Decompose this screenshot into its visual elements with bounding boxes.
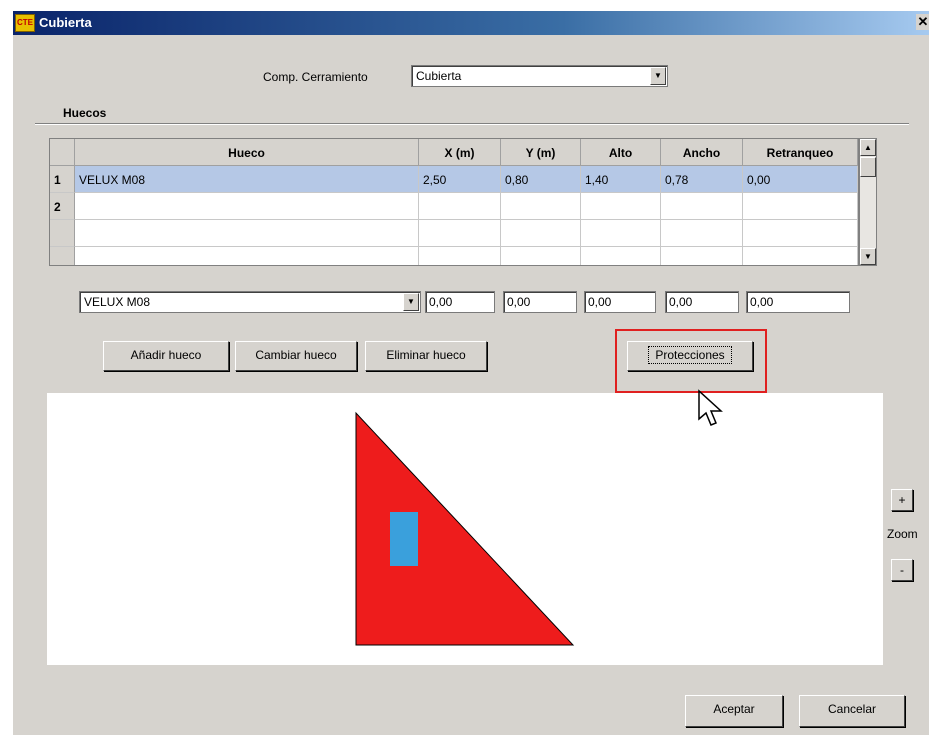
cell-alto[interactable]: 1,40 [581, 166, 661, 193]
cell-hueco[interactable] [75, 247, 419, 265]
comp-value: Cubierta [416, 69, 462, 83]
cell-x[interactable] [419, 220, 501, 247]
add-hueco-button[interactable]: Añadir hueco [103, 341, 229, 371]
change-hueco-button[interactable]: Cambiar hueco [235, 341, 357, 371]
change-hueco-label: Cambiar hueco [255, 348, 337, 362]
divider [35, 123, 909, 125]
cell-y[interactable] [501, 220, 581, 247]
cell-alto[interactable] [581, 247, 661, 265]
row-number [50, 247, 75, 265]
col-header-alto[interactable]: Alto [581, 139, 661, 166]
cell-hueco[interactable] [75, 220, 419, 247]
row-number: 1 [50, 166, 75, 193]
col-header-y[interactable]: Y (m) [501, 139, 581, 166]
cell-ancho[interactable] [661, 220, 743, 247]
accept-button[interactable]: Aceptar [685, 695, 783, 727]
x-input[interactable]: 0,00 [425, 291, 495, 313]
window-title: Cubierta [39, 15, 92, 30]
cursor-icon [698, 389, 723, 426]
header-corner [50, 139, 75, 166]
cell-hueco[interactable]: VELUX M08 [75, 166, 419, 193]
table-header: Hueco X (m) Y (m) Alto Ancho Retranqueo [50, 139, 858, 166]
cancel-label: Cancelar [827, 702, 877, 716]
highlight-box [615, 329, 767, 393]
cancel-button[interactable]: Cancelar [799, 695, 905, 727]
cell-x[interactable]: 2,50 [419, 166, 501, 193]
chevron-down-icon[interactable]: ▼ [403, 293, 419, 311]
cell-alto[interactable] [581, 220, 661, 247]
ancho-input[interactable]: 0,00 [665, 291, 739, 313]
delete-hueco-button[interactable]: Eliminar hueco [365, 341, 487, 371]
chevron-down-icon[interactable]: ▼ [650, 67, 666, 85]
cell-alto[interactable] [581, 193, 661, 220]
scroll-thumb[interactable] [860, 157, 876, 177]
y-input[interactable]: 0,00 [503, 291, 577, 313]
col-header-hueco[interactable]: Hueco [75, 139, 419, 166]
zoom-out-button[interactable]: - [891, 559, 913, 581]
table-scrollbar[interactable]: ▲ ▼ [859, 138, 877, 266]
col-header-x[interactable]: X (m) [419, 139, 501, 166]
col-header-ancho[interactable]: Ancho [661, 139, 743, 166]
cell-retranqueo[interactable] [743, 220, 858, 247]
huecos-table: Hueco X (m) Y (m) Alto Ancho Retranqueo … [49, 138, 859, 266]
hueco-select-value: VELUX M08 [84, 295, 151, 309]
comp-select[interactable]: Cubierta ▼ [411, 65, 668, 87]
app-icon: CTE [15, 14, 35, 32]
cell-x[interactable] [419, 247, 501, 265]
roof-shape [355, 411, 575, 646]
zoom-in-label: + [898, 493, 906, 507]
col-header-retranqueo[interactable]: Retranqueo [743, 139, 858, 166]
scroll-down-icon[interactable]: ▼ [860, 248, 876, 265]
table-row[interactable] [50, 247, 858, 265]
hueco-select[interactable]: VELUX M08 ▼ [79, 291, 421, 313]
delete-hueco-label: Eliminar hueco [386, 348, 466, 362]
dialog-window: CTE Cubierta ✕ Comp. Cerramiento Cubiert… [12, 10, 929, 735]
accept-label: Aceptar [713, 702, 755, 716]
scroll-up-icon[interactable]: ▲ [860, 139, 876, 156]
cell-retranqueo[interactable]: 0,00 [743, 166, 858, 193]
cell-y[interactable]: 0,80 [501, 166, 581, 193]
drawing-canvas[interactable] [47, 393, 883, 665]
cell-ancho[interactable] [661, 247, 743, 265]
roof-drawing [355, 411, 575, 646]
cell-y[interactable] [501, 193, 581, 220]
window-shape [390, 512, 418, 566]
retranqueo-input[interactable]: 0,00 [746, 291, 850, 313]
cell-ancho[interactable]: 0,78 [661, 166, 743, 193]
row-number: 2 [50, 193, 75, 220]
zoom-out-label: - [900, 563, 904, 577]
row-number [50, 220, 75, 247]
section-title: Huecos [63, 106, 107, 120]
cell-retranqueo[interactable] [743, 193, 858, 220]
zoom-label: Zoom [887, 527, 918, 541]
close-icon[interactable]: ✕ [916, 14, 929, 30]
table-row[interactable] [50, 220, 858, 247]
table-row[interactable]: 1 VELUX M08 2,50 0,80 1,40 0,78 0,00 [50, 166, 858, 193]
cell-retranqueo[interactable] [743, 247, 858, 265]
title-bar[interactable]: CTE Cubierta ✕ [13, 11, 929, 35]
cell-x[interactable] [419, 193, 501, 220]
cell-hueco[interactable] [75, 193, 419, 220]
zoom-in-button[interactable]: + [891, 489, 913, 511]
table-row[interactable]: 2 [50, 193, 858, 220]
cell-y[interactable] [501, 247, 581, 265]
comp-label: Comp. Cerramiento [263, 70, 368, 84]
cell-ancho[interactable] [661, 193, 743, 220]
add-hueco-label: Añadir hueco [130, 348, 202, 362]
alto-input[interactable]: 0,00 [584, 291, 656, 313]
